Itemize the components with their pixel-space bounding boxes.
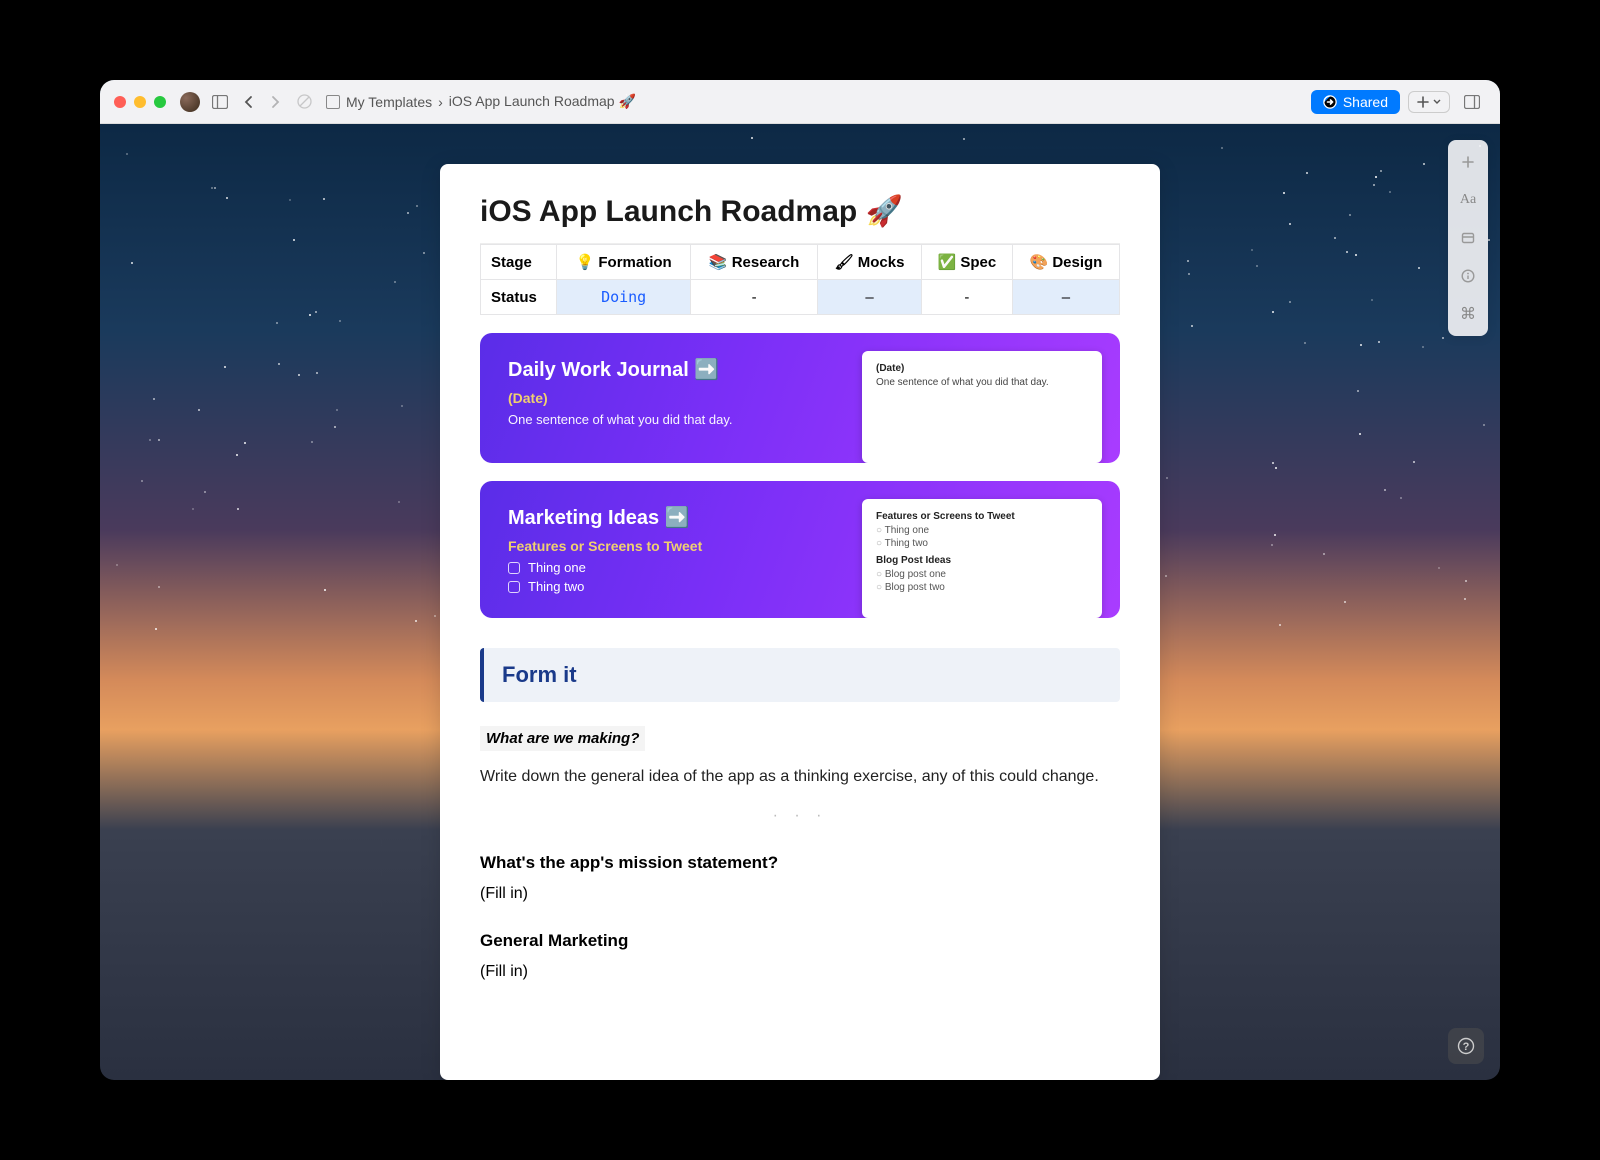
traffic-lights [114,96,166,108]
help-button[interactable]: ? [1448,1028,1484,1064]
stage-header[interactable]: Stage [481,245,557,280]
share-icon [1323,95,1337,109]
section-heading-mission[interactable]: What's the app's mission statement? [480,853,1120,873]
status-label: Status [481,280,557,315]
card-view-button[interactable] [1452,222,1484,254]
right-panel-toggle-icon[interactable] [1458,88,1486,116]
shortcuts-button[interactable]: ⌘ [1452,298,1484,330]
font-button[interactable]: Aa [1452,184,1484,216]
sidebar-toggle-icon[interactable] [206,88,234,116]
stage-col[interactable]: ✅ Spec [921,245,1012,280]
svg-text:?: ? [1463,1041,1470,1053]
stage-col[interactable]: 🖌 Mocks [818,245,922,280]
status-cell[interactable]: - [921,280,1012,315]
separator-dots: · · · [480,807,1120,825]
form-it-callout[interactable]: Form it [480,648,1120,702]
section-heading-marketing[interactable]: General Marketing [480,931,1120,951]
checkbox-icon[interactable] [508,562,520,574]
share-label: Shared [1343,94,1388,110]
status-cell[interactable]: – [818,280,922,315]
document-page: iOS App Launch Roadmap 🚀 Stage💡 Formatio… [440,164,1160,1080]
breadcrumb: My Templates › iOS App Launch Roadmap 🚀 [326,93,636,110]
callout-heading: Form it [502,662,1102,688]
share-button[interactable]: Shared [1311,90,1400,114]
body-text[interactable]: Write down the general idea of the app a… [480,765,1120,789]
cancel-icon[interactable] [290,88,318,116]
close-window-button[interactable] [114,96,126,108]
new-button[interactable] [1408,91,1450,113]
stage-col[interactable]: 🎨 Design [1012,245,1119,280]
fill-in-marketing[interactable]: (Fill in) [480,963,1120,981]
breadcrumb-current[interactable]: iOS App Launch Roadmap 🚀 [449,93,636,110]
status-cell[interactable]: – [1012,280,1119,315]
forward-icon[interactable] [262,88,290,116]
breadcrumb-sep: › [438,94,443,110]
fill-in-mission[interactable]: (Fill in) [480,885,1120,903]
content-area[interactable]: iOS App Launch Roadmap 🚀 Stage💡 Formatio… [100,124,1500,1080]
page-title[interactable]: iOS App Launch Roadmap 🚀 [480,194,1120,229]
doc-icon [326,95,340,109]
marketing-ideas-card[interactable]: Marketing Ideas ➡️Features or Screens to… [480,481,1120,618]
question-heading[interactable]: What are we making? [480,726,645,751]
zoom-window-button[interactable] [154,96,166,108]
right-toolbar: Aa ⌘ [1448,140,1488,336]
back-icon[interactable] [234,88,262,116]
breadcrumb-parent[interactable]: My Templates [346,94,432,110]
stage-table[interactable]: Stage💡 Formation📚 Research🖌 Mocks✅ Spec🎨… [480,244,1120,315]
info-button[interactable] [1452,260,1484,292]
stage-col[interactable]: 💡 Formation [557,245,691,280]
status-cell[interactable]: - [691,280,818,315]
titlebar: My Templates › iOS App Launch Roadmap 🚀 … [100,80,1500,124]
status-cell[interactable]: Doing [557,280,691,315]
avatar[interactable] [180,92,200,112]
card-preview: (Date)One sentence of what you did that … [862,351,1102,463]
stage-col[interactable]: 📚 Research [691,245,818,280]
card-preview: Features or Screens to TweetThing oneThi… [862,499,1102,618]
daily-journal-card[interactable]: Daily Work Journal ➡️(Date)One sentence … [480,333,1120,463]
plus-icon [1417,96,1429,108]
add-block-button[interactable] [1452,146,1484,178]
app-window: My Templates › iOS App Launch Roadmap 🚀 … [100,80,1500,1080]
checkbox-icon[interactable] [508,581,520,593]
chevron-down-icon [1433,98,1441,106]
minimize-window-button[interactable] [134,96,146,108]
